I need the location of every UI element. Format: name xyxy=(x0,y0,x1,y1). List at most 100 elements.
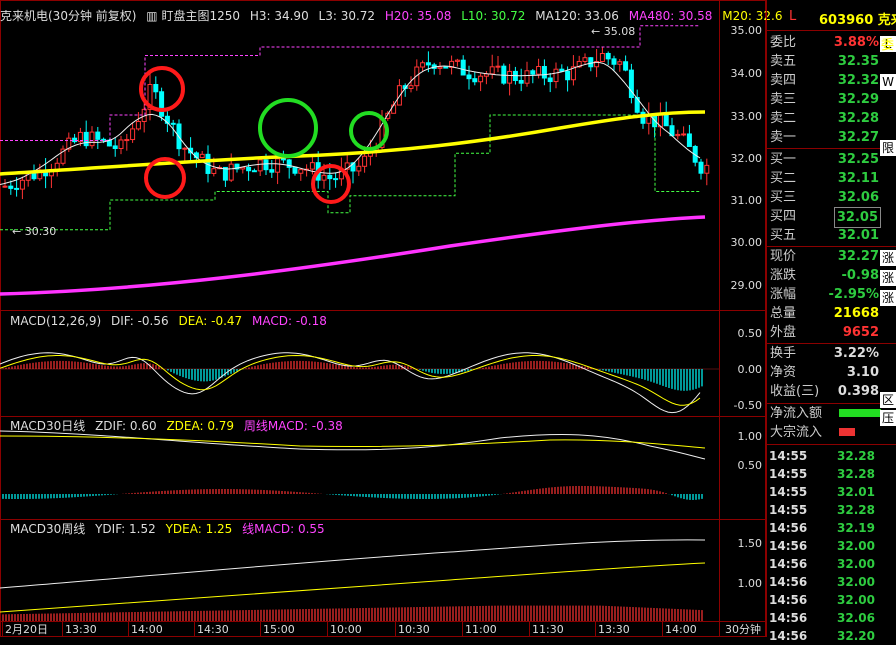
zdea-value: ZDEA: 0.79 xyxy=(166,419,235,433)
tick-row: 14:56 32.20 xyxy=(767,627,896,645)
chart-icon: ▥ xyxy=(146,9,158,23)
zmacd-value: 周线MACD: -0.38 xyxy=(243,419,343,433)
stat-value: 3.22% xyxy=(833,346,879,361)
macd-dea: DEA: -0.47 xyxy=(178,314,243,328)
candle-body xyxy=(588,57,594,68)
candle-body xyxy=(153,84,159,93)
candle-body xyxy=(89,131,95,147)
candle-body xyxy=(19,179,25,190)
low-price-value: 30.30 xyxy=(24,225,57,238)
tick-price: 32.06 xyxy=(837,611,875,625)
tick-time: 14:56 xyxy=(769,521,808,535)
candle-body xyxy=(675,133,681,137)
tick-row: 14:56 32.19 xyxy=(767,519,896,537)
stat-label: 收益(三) xyxy=(770,384,820,399)
tick-row: 14:56 32.00 xyxy=(767,591,896,609)
candle-body xyxy=(582,57,588,62)
candle-body xyxy=(182,147,188,150)
order-label: 卖二 xyxy=(770,111,797,126)
price-tick: 32.00 xyxy=(731,152,763,165)
candle-body xyxy=(135,121,141,130)
stat-row: 涨跌 -0.98 xyxy=(767,266,896,285)
green-circle-annotation xyxy=(258,98,318,158)
tick-row: 14:56 32.00 xyxy=(767,573,896,591)
candle-body xyxy=(472,78,478,83)
order-label: 买二 xyxy=(770,171,797,186)
candle-body xyxy=(72,137,78,143)
candle-body xyxy=(536,66,542,75)
stat-row: 净资 3.10 xyxy=(767,363,896,382)
price-tick: 33.00 xyxy=(731,110,763,123)
tick-time: 14:55 xyxy=(769,485,808,499)
stat-value: -0.98 xyxy=(841,268,879,283)
zdif-line xyxy=(0,430,706,460)
macd-weekly-tick: 1.00 xyxy=(738,577,763,590)
candle-body xyxy=(8,185,14,189)
edge-glyph: 涨 xyxy=(880,250,896,266)
weibi-extra: 委 xyxy=(881,38,895,53)
macd-weekly-plot[interactable] xyxy=(0,539,706,621)
indicator-title[interactable]: 盯盘主图1250 xyxy=(161,9,240,23)
stat-value: 3.10 xyxy=(846,365,879,380)
stat-row: 收益(三) 0.398 xyxy=(767,382,896,401)
stat-label: 现价 xyxy=(770,249,797,264)
candle-body xyxy=(333,178,339,181)
ma120-value: MA120: 33.06 xyxy=(535,9,619,23)
candle-body xyxy=(298,169,304,174)
edge-glyph: 限 xyxy=(880,140,896,156)
period-button[interactable]: 30分钟 xyxy=(720,622,766,637)
tick-row: 14:55 32.28 xyxy=(767,447,896,465)
tick-price: 32.00 xyxy=(837,575,875,589)
order-label: 卖五 xyxy=(770,54,797,69)
candlestick-plot[interactable] xyxy=(0,25,710,296)
order-price: 32.29 xyxy=(837,92,879,107)
time-label: 14:30 xyxy=(194,622,229,637)
order-label: 买五 xyxy=(770,228,797,243)
edge-glyph: 涨 xyxy=(880,290,896,306)
macd-weekly-title: MACD30周线 xyxy=(10,522,86,536)
order-row: 买一 32.25 xyxy=(767,150,896,169)
zdea-line xyxy=(0,435,706,449)
stock-code[interactable]: 603960 克来 xyxy=(819,9,896,28)
tick-time: 14:56 xyxy=(769,575,808,589)
stat-value: 0.398 xyxy=(837,384,879,399)
order-price: 32.11 xyxy=(837,171,879,186)
candle-body xyxy=(478,75,484,83)
stat-value: 32.27 xyxy=(837,249,879,264)
candle-body xyxy=(263,159,269,171)
macd-plot[interactable] xyxy=(0,352,720,414)
order-price: 32.25 xyxy=(837,152,879,167)
candle-body xyxy=(199,153,205,159)
stat-row: 现价 32.27 xyxy=(767,247,896,266)
tick-price: 32.00 xyxy=(837,557,875,571)
order-price: 32.06 xyxy=(837,190,879,205)
candle-body xyxy=(269,169,275,173)
stock-title: 克来机电(30分钟 前复权) xyxy=(0,9,137,23)
candle-body xyxy=(251,170,257,173)
tick-row: 14:56 32.06 xyxy=(767,609,896,627)
ydif-line xyxy=(0,539,706,589)
candle-body xyxy=(565,70,571,81)
macd-tick: 0.00 xyxy=(738,363,763,376)
tick-price: 32.28 xyxy=(837,467,875,481)
stat-value: 9652 xyxy=(842,325,879,340)
quote-header: L 603960 克来 xyxy=(767,0,896,31)
ticks-divider xyxy=(767,444,896,445)
order-row: 买五 32.01 xyxy=(767,226,896,245)
order-row: 卖三 32.29 xyxy=(767,90,896,109)
ymacd-value: 线MACD: 0.55 xyxy=(242,522,325,536)
macd-daily-plot[interactable] xyxy=(0,430,706,500)
candle-body xyxy=(443,66,449,69)
edge-glyph: 涨 xyxy=(880,270,896,286)
time-label: 13:30 xyxy=(62,622,97,637)
candle-body xyxy=(547,77,553,83)
edge-glyph: W xyxy=(880,74,896,90)
quote-panel: L 603960 克来 委比 3.88% 卖五 32.35 卖四 32.32 卖三 32.… xyxy=(766,0,896,643)
stat-row: 总量 21668 xyxy=(767,304,896,323)
flow-bar xyxy=(839,428,855,436)
candle-body xyxy=(518,79,524,84)
time-label: 14:00 xyxy=(662,622,697,637)
candle-body xyxy=(617,61,623,65)
tick-price: 32.01 xyxy=(837,485,875,499)
time-label: 2月20日 xyxy=(2,622,48,637)
